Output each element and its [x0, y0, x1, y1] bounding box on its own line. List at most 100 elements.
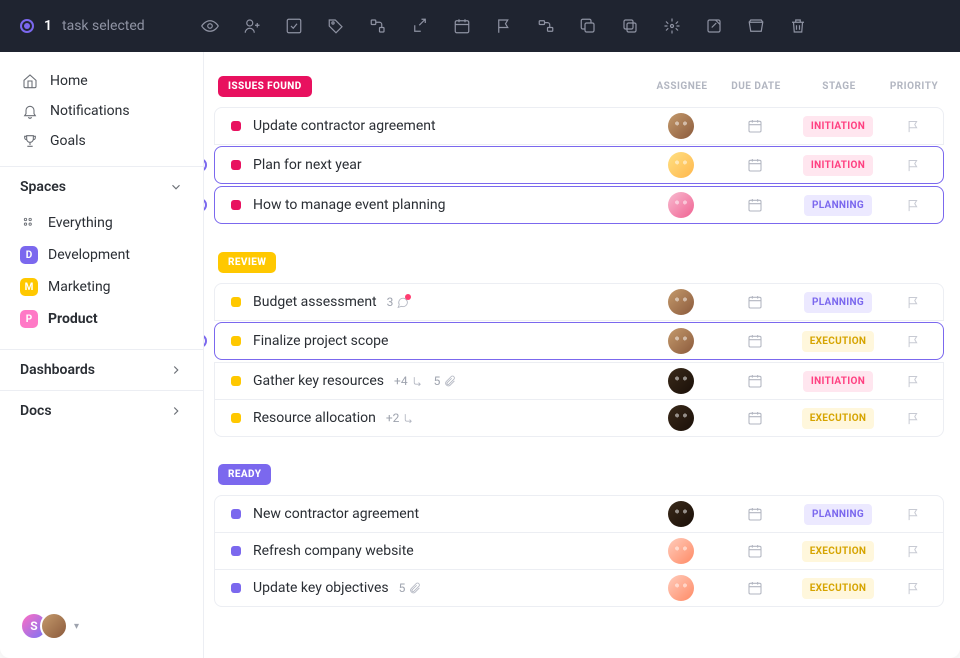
task-row[interactable]: Resource allocation+2 EXECUTION — [214, 399, 944, 437]
status-square-icon[interactable] — [231, 583, 241, 593]
priority-cell[interactable] — [883, 119, 943, 134]
priority-cell[interactable] — [883, 158, 943, 173]
attachments-count[interactable]: 5 — [399, 581, 422, 595]
stage-cell[interactable]: EXECUTION — [793, 578, 883, 599]
nav-home[interactable]: Home — [0, 66, 203, 96]
status-square-icon[interactable] — [231, 376, 241, 386]
move-icon[interactable] — [403, 9, 437, 43]
assignee-cell[interactable] — [645, 328, 717, 354]
subtasks-count[interactable]: +2 — [386, 411, 416, 425]
watch-icon[interactable] — [193, 9, 227, 43]
assignee-cell[interactable] — [645, 575, 717, 601]
due-date-cell[interactable] — [717, 410, 793, 426]
priority-cell[interactable] — [883, 295, 943, 310]
status-icon[interactable] — [277, 9, 311, 43]
space-everything[interactable]: Everything — [0, 207, 203, 239]
convert-subtask-icon[interactable] — [361, 9, 395, 43]
task-row[interactable]: How to manage event planning PLANNING — [214, 186, 944, 224]
assignee-cell[interactable] — [645, 289, 717, 315]
task-row[interactable]: Update key objectives5 EXECUTION — [214, 569, 944, 607]
status-square-icon[interactable] — [231, 336, 241, 346]
status-pill[interactable]: READY — [218, 464, 271, 485]
status-square-icon[interactable] — [231, 546, 241, 556]
task-row[interactable]: Finalize project scope EXECUTION — [214, 322, 944, 360]
dependencies-icon[interactable] — [529, 9, 563, 43]
due-date-cell[interactable] — [717, 294, 793, 310]
task-row[interactable]: Plan for next year INITIATION — [214, 146, 944, 184]
priority-cell[interactable] — [883, 374, 943, 389]
priority-cell[interactable] — [883, 334, 943, 349]
duplicate-icon[interactable] — [571, 9, 605, 43]
status-square-icon[interactable] — [231, 160, 241, 170]
space-product[interactable]: P Product — [0, 303, 203, 335]
subtasks-count[interactable]: +4 — [394, 374, 424, 388]
task-row[interactable]: Budget assessment3 PLANNING — [214, 283, 944, 321]
nav-goals[interactable]: Goals — [0, 126, 203, 156]
docs-section[interactable]: Docs — [0, 390, 203, 431]
task-row[interactable]: Refresh company website EXECUTION — [214, 532, 944, 570]
priority-cell[interactable] — [883, 544, 943, 559]
attachments-count[interactable]: 5 — [434, 374, 457, 388]
due-date-cell[interactable] — [717, 197, 793, 213]
status-square-icon[interactable] — [231, 200, 241, 210]
dashboards-section[interactable]: Dashboards — [0, 349, 203, 390]
space-development[interactable]: D Development — [0, 239, 203, 271]
task-row[interactable]: Update contractor agreement INITIATION — [214, 107, 944, 145]
assign-user-icon[interactable] — [235, 9, 269, 43]
due-date-cell[interactable] — [717, 118, 793, 134]
assignee-cell[interactable] — [645, 152, 717, 178]
assignee-cell[interactable] — [645, 113, 717, 139]
stage-cell[interactable]: INITIATION — [793, 371, 883, 392]
task-row[interactable]: New contractor agreement PLANNING — [214, 495, 944, 533]
priority-flag-icon[interactable] — [487, 9, 521, 43]
nav-notifications[interactable]: Notifications — [0, 96, 203, 126]
assignee-cell[interactable] — [645, 538, 717, 564]
status-square-icon[interactable] — [231, 121, 241, 131]
archive-icon[interactable] — [739, 9, 773, 43]
selection-toolbar: 1 task selected — [0, 0, 960, 52]
stage-cell[interactable]: EXECUTION — [793, 541, 883, 562]
status-pill[interactable]: REVIEW — [218, 252, 276, 273]
due-date-cell[interactable] — [717, 543, 793, 559]
tag-icon[interactable] — [319, 9, 353, 43]
status-square-icon[interactable] — [231, 509, 241, 519]
workspace-switcher[interactable]: S ▾ — [0, 594, 203, 658]
delete-icon[interactable] — [781, 9, 815, 43]
assignee-cell[interactable] — [645, 405, 717, 431]
stage-cell[interactable]: INITIATION — [793, 116, 883, 137]
due-date-cell[interactable] — [717, 580, 793, 596]
task-row[interactable]: Gather key resources+45 INITIATION — [214, 362, 944, 400]
priority-cell[interactable] — [883, 507, 943, 522]
row-select-radio[interactable] — [204, 198, 207, 212]
stage-cell[interactable]: PLANNING — [793, 195, 883, 216]
priority-cell[interactable] — [883, 581, 943, 596]
priority-cell[interactable] — [883, 411, 943, 426]
stage-cell[interactable]: INITIATION — [793, 155, 883, 176]
stage-cell[interactable]: EXECUTION — [793, 331, 883, 352]
space-marketing[interactable]: M Marketing — [0, 271, 203, 303]
template-icon[interactable] — [697, 9, 731, 43]
assignee-cell[interactable] — [645, 192, 717, 218]
dates-icon[interactable] — [445, 9, 479, 43]
status-square-icon[interactable] — [231, 297, 241, 307]
assignee-cell[interactable] — [645, 501, 717, 527]
merge-icon[interactable] — [655, 9, 689, 43]
due-date-cell[interactable] — [717, 333, 793, 349]
row-select-radio[interactable] — [204, 158, 207, 172]
copy-icon[interactable] — [613, 9, 647, 43]
comments-count[interactable]: 3 — [387, 295, 410, 309]
row-select-radio[interactable] — [204, 334, 207, 348]
assignee-cell[interactable] — [645, 368, 717, 394]
dashboards-label: Dashboards — [20, 362, 95, 378]
stage-cell[interactable]: EXECUTION — [793, 408, 883, 429]
status-square-icon[interactable] — [231, 413, 241, 423]
assignee-avatar — [668, 405, 694, 431]
priority-cell[interactable] — [883, 198, 943, 213]
due-date-cell[interactable] — [717, 506, 793, 522]
status-pill[interactable]: ISSUES FOUND — [218, 76, 312, 97]
due-date-cell[interactable] — [717, 373, 793, 389]
stage-cell[interactable]: PLANNING — [793, 292, 883, 313]
spaces-section-header[interactable]: Spaces — [0, 166, 203, 207]
due-date-cell[interactable] — [717, 157, 793, 173]
stage-cell[interactable]: PLANNING — [793, 504, 883, 525]
